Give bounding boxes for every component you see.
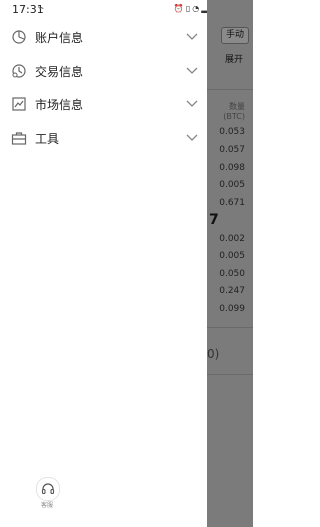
expand-button: 展开 xyxy=(224,55,243,65)
sell-quantity: 0.057 xyxy=(219,145,245,155)
background-app-overlay[interactable]: 手动 展开 数量 (BTC) 0.053 0.057 0.098 0.005 0… xyxy=(207,0,253,527)
divider xyxy=(207,374,253,375)
buy-quantity: 0.005 xyxy=(219,251,245,261)
menu-item-account-info[interactable]: 账户信息 xyxy=(0,21,207,53)
buy-quantity: 0.099 xyxy=(219,304,245,314)
line-chart-icon xyxy=(12,97,26,111)
toolbox-icon xyxy=(11,132,27,145)
orders-count-fragment: 0) xyxy=(207,347,220,361)
wifi-icon: ◔ xyxy=(192,4,200,13)
menu-item-label: 市场信息 xyxy=(35,98,84,112)
menu-item-trade-info[interactable]: 交易信息 xyxy=(0,55,207,87)
chevron-down-icon xyxy=(186,134,198,141)
navigation-drawer: 账户信息 交易信息 市场信息 工具 xyxy=(0,20,207,527)
clock-icon xyxy=(12,64,26,78)
buy-quantity: 0.050 xyxy=(219,269,245,279)
buy-quantity: 0.002 xyxy=(219,234,245,244)
menu-item-label: 交易信息 xyxy=(35,65,84,79)
menu-item-label: 账户信息 xyxy=(35,31,84,45)
sell-quantity: 0.671 xyxy=(219,198,245,208)
headset-icon xyxy=(41,483,55,495)
current-price-fragment: 7 xyxy=(209,212,219,228)
sell-quantity: 0.098 xyxy=(219,163,245,173)
mode-button: 手动 xyxy=(220,27,249,44)
divider xyxy=(207,327,253,328)
quantity-header: 数量 xyxy=(229,102,245,111)
usb-icon: ⌁ xyxy=(38,3,45,14)
menu-item-tools[interactable]: 工具 xyxy=(0,122,207,154)
buy-quantity: 0.247 xyxy=(219,286,245,296)
chevron-down-icon xyxy=(186,100,198,107)
vibrate-icon: ▯ xyxy=(185,4,191,13)
sell-quantity: 0.053 xyxy=(219,127,245,137)
alarm-icon: ⏰ xyxy=(173,4,184,13)
divider xyxy=(207,89,253,90)
menu-item-market-info[interactable]: 市场信息 xyxy=(0,88,207,120)
sell-quantity: 0.005 xyxy=(219,180,245,190)
pie-chart-icon xyxy=(12,30,26,44)
menu-item-label: 工具 xyxy=(35,132,60,146)
quantity-unit: (BTC) xyxy=(223,112,245,121)
customer-service-label: 客服 xyxy=(40,502,53,509)
chevron-down-icon xyxy=(186,67,198,74)
customer-service-button[interactable] xyxy=(36,477,60,501)
chevron-down-icon xyxy=(186,33,198,40)
